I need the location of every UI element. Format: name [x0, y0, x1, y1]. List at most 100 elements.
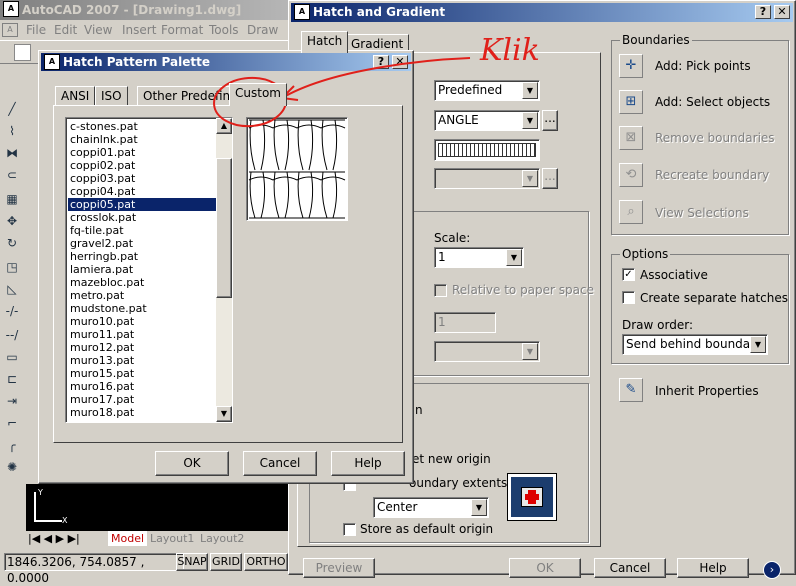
- draw-order-label: Draw order:: [622, 318, 693, 332]
- more-options-arrow-icon[interactable]: ›: [763, 561, 781, 579]
- tab-layout1[interactable]: Layout1: [150, 531, 194, 546]
- store-default-label: Store as default origin: [360, 522, 494, 536]
- palette-ok-button[interactable]: OK: [155, 451, 229, 476]
- scroll-down-arrow[interactable]: ▼: [216, 406, 232, 422]
- scroll-thumb[interactable]: [216, 158, 232, 298]
- preview-button[interactable]: Preview: [303, 558, 375, 578]
- swatch-preview[interactable]: [434, 139, 540, 161]
- list-item[interactable]: gravel2.pat: [68, 237, 216, 250]
- list-item[interactable]: muro11.pat: [68, 328, 216, 341]
- inherit-properties-label[interactable]: Inherit Properties: [655, 384, 759, 398]
- list-item[interactable]: coppi03.pat: [68, 172, 216, 185]
- list-item[interactable]: coppi02.pat: [68, 159, 216, 172]
- list-item[interactable]: chainlnk.pat: [68, 133, 216, 146]
- doc-icon[interactable]: A: [2, 23, 18, 37]
- pattern-list[interactable]: c-stones.pat chainlnk.pat coppi01.pat coppi…: [65, 117, 233, 423]
- help-title-button[interactable]: ?: [755, 5, 771, 19]
- break-tool-icon[interactable]: ▭: [3, 348, 21, 366]
- remove-boundaries-label: Remove boundaries: [655, 131, 775, 145]
- stretch-tool-icon[interactable]: ◺: [3, 280, 21, 298]
- autocad-title: AutoCAD 2007 - [Drawing1.dwg]: [22, 3, 242, 17]
- fillet2-tool-icon[interactable]: ╭: [3, 436, 21, 454]
- tab-layout2[interactable]: Layout2: [200, 531, 244, 546]
- scroll-up-arrow[interactable]: ▲: [216, 118, 232, 134]
- ortho-toggle[interactable]: ORTHO: [244, 553, 288, 571]
- menu-file[interactable]: File: [26, 20, 46, 40]
- hatch-ok-button[interactable]: OK: [509, 558, 581, 578]
- menu-view[interactable]: View: [84, 20, 112, 40]
- tab-iso[interactable]: ISO: [95, 86, 128, 106]
- rotate-tool-icon[interactable]: ↻: [3, 234, 21, 252]
- mirror-tool-icon[interactable]: ⧓: [3, 144, 21, 162]
- menu-draw[interactable]: Draw: [247, 20, 278, 40]
- separate-hatches-checkbox[interactable]: [622, 291, 635, 304]
- polyline-tool-icon[interactable]: ⌇: [3, 122, 21, 140]
- scale-tool-icon[interactable]: ◳: [3, 258, 21, 276]
- list-item[interactable]: c-stones.pat: [68, 120, 216, 133]
- list-item[interactable]: muro17.pat: [68, 393, 216, 406]
- inherit-properties-icon[interactable]: ✎: [619, 378, 643, 402]
- list-item[interactable]: herringb.pat: [68, 250, 216, 263]
- new-file-icon[interactable]: [14, 44, 31, 61]
- list-item[interactable]: lamiera.pat: [68, 263, 216, 276]
- list-item[interactable]: muro12.pat: [68, 341, 216, 354]
- chamfer-tool-icon[interactable]: ⇥: [3, 392, 21, 410]
- list-item[interactable]: fq-tile.pat: [68, 224, 216, 237]
- tab-hatch[interactable]: Hatch: [301, 31, 349, 53]
- palette-cancel-button[interactable]: Cancel: [243, 451, 317, 476]
- tab-ansi[interactable]: ANSI: [55, 86, 96, 106]
- tab-custom[interactable]: Custom: [229, 83, 287, 106]
- menu-edit[interactable]: Edit: [54, 20, 77, 40]
- list-item[interactable]: muro13.pat: [68, 354, 216, 367]
- list-item[interactable]: muro18.pat: [68, 406, 216, 419]
- menu-tools[interactable]: Tools: [209, 20, 239, 40]
- list-item[interactable]: coppi04.pat: [68, 185, 216, 198]
- pick-points-label[interactable]: Add: Pick points: [655, 59, 751, 73]
- origin-position-combo[interactable]: Center ▼: [373, 497, 489, 518]
- line-tool-icon[interactable]: ╱: [3, 100, 21, 118]
- associative-checkbox[interactable]: ✓: [622, 268, 635, 281]
- hatch-cancel-button[interactable]: Cancel: [594, 558, 666, 578]
- list-item[interactable]: coppi01.pat: [68, 146, 216, 159]
- list-item[interactable]: muro10.pat: [68, 315, 216, 328]
- list-item[interactable]: muro16.pat: [68, 380, 216, 393]
- palette-help-title-button[interactable]: ?: [373, 55, 389, 69]
- pattern-combo[interactable]: ANGLE ▼: [434, 110, 540, 131]
- palette-help-button[interactable]: Help: [331, 451, 405, 476]
- snap-toggle[interactable]: SNAP: [176, 553, 208, 571]
- join-tool-icon[interactable]: ⊏: [3, 370, 21, 388]
- list-item[interactable]: muro15.pat: [68, 367, 216, 380]
- list-item[interactable]: coppi05.pat: [68, 198, 216, 211]
- scale-combo[interactable]: 1 ▼: [434, 247, 524, 268]
- array-tool-icon[interactable]: ▦: [3, 190, 21, 208]
- offset-tool-icon[interactable]: ⊂: [3, 166, 21, 184]
- draw-order-combo[interactable]: Send behind boundary ▼: [622, 334, 768, 355]
- trim-tool-icon[interactable]: -/-: [3, 302, 21, 320]
- pick-points-icon[interactable]: ✛: [619, 54, 643, 78]
- move-tool-icon[interactable]: ✥: [3, 212, 21, 230]
- fillet-tool-icon[interactable]: ⌐: [3, 414, 21, 432]
- list-scrollbar[interactable]: ▲ ▼: [216, 118, 232, 422]
- type-combo[interactable]: Predefined ▼: [434, 80, 540, 101]
- chevron-down-icon: ▼: [750, 336, 766, 353]
- extend-tool-icon[interactable]: --/: [3, 326, 21, 344]
- tab-nav-arrows[interactable]: |◀ ◀ ▶ ▶|: [28, 531, 80, 546]
- menu-insert[interactable]: Insert: [122, 20, 156, 40]
- grid-toggle[interactable]: GRID: [210, 553, 242, 571]
- list-item[interactable]: mazebloc.pat: [68, 276, 216, 289]
- select-objects-icon[interactable]: ⊞: [619, 90, 643, 114]
- list-item[interactable]: metro.pat: [68, 289, 216, 302]
- draw-toolbar: ╱ ⌇ ⧓ ⊂ ▦ ✥ ↻ ◳ ◺ -/- --/ ▭ ⊏ ⇥ ⌐ ╭ ✺: [0, 98, 24, 498]
- tab-model[interactable]: Model: [108, 531, 148, 546]
- explode-tool-icon[interactable]: ✺: [3, 458, 21, 476]
- pattern-browse-button[interactable]: ...: [542, 110, 558, 131]
- list-item[interactable]: mudstone.pat: [68, 302, 216, 315]
- list-item[interactable]: crosslok.pat: [68, 211, 216, 224]
- palette-close-button[interactable]: ✕: [392, 55, 408, 69]
- store-default-checkbox[interactable]: [343, 523, 356, 536]
- close-title-button[interactable]: ✕: [774, 5, 790, 19]
- hatch-help-button[interactable]: Help: [677, 558, 749, 578]
- select-objects-label[interactable]: Add: Select objects: [655, 95, 770, 109]
- drawing-canvas[interactable]: Y X: [26, 484, 288, 531]
- menu-format[interactable]: Format: [161, 20, 203, 40]
